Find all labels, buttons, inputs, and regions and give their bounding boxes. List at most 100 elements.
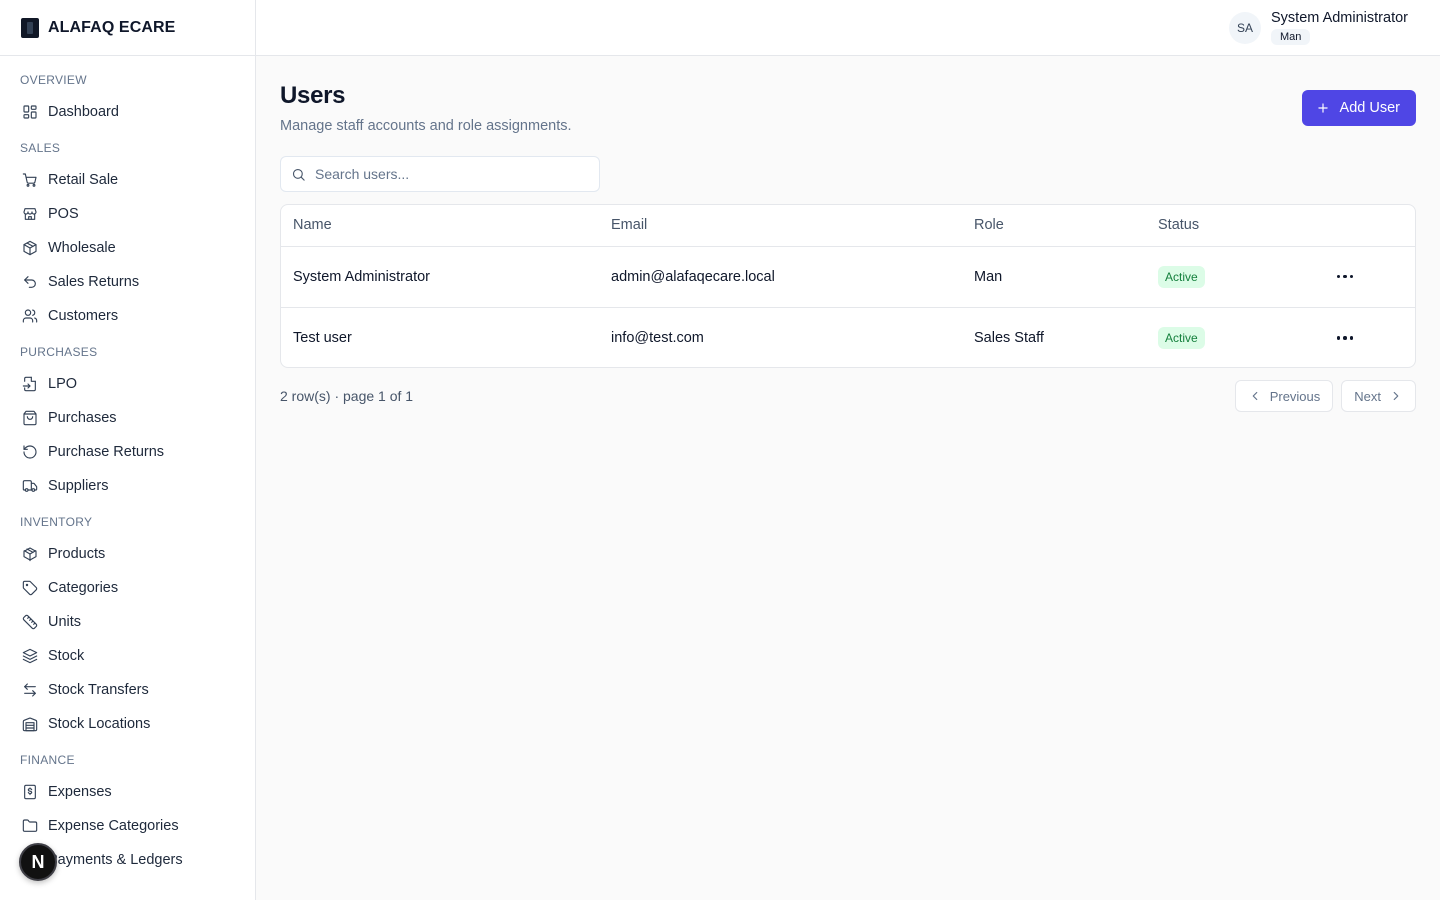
sidebar-item-label: Purchases xyxy=(48,410,117,426)
sidebar-item-label: Retail Sale xyxy=(48,172,119,188)
sidebar-item-label: Stock Locations xyxy=(48,716,151,732)
sidebar-item-products[interactable]: Products xyxy=(0,537,255,571)
nav-section-heading: INVENTORY xyxy=(20,515,93,529)
file-import-icon xyxy=(22,376,38,392)
package-icon xyxy=(22,546,38,562)
cell-actions xyxy=(1303,246,1415,308)
sidebar-item-label: Stock xyxy=(48,648,85,664)
sidebar-item-pos[interactable]: POS xyxy=(0,197,255,231)
column-header-name[interactable]: Name xyxy=(281,205,599,247)
sidebar-item-retail-sale[interactable]: Retail Sale xyxy=(0,163,255,197)
column-header-email[interactable]: Email xyxy=(599,205,962,247)
nav-section-inventory: INVENTORY Products Categories Units Stock Sto… xyxy=(0,513,255,741)
add-user-button[interactable]: Add User xyxy=(1301,90,1416,126)
sidebar-nav: OVERVIEW Dashboard SALES Retail Sale POS Whol… xyxy=(0,56,255,877)
sidebar-item-label: POS xyxy=(48,206,79,222)
package-open-icon xyxy=(22,240,38,256)
sidebar-item-label: Dashboard xyxy=(48,104,119,120)
cell-status: Active xyxy=(1146,307,1303,367)
page-title: Users xyxy=(280,82,346,109)
column-header-actions xyxy=(1303,205,1415,247)
nav-section-heading: PURCHASES xyxy=(20,345,98,359)
brand-logo-icon xyxy=(21,17,39,38)
truck-icon xyxy=(22,478,38,494)
users-icon xyxy=(22,308,38,324)
cell-role: Sales Staff xyxy=(974,329,1044,346)
next-page-button[interactable]: Next xyxy=(1341,380,1416,412)
sidebar-item-purchase-returns[interactable]: Purchase Returns xyxy=(0,435,255,469)
chevron-left-icon xyxy=(1252,391,1258,401)
shopping-bag-icon xyxy=(22,410,38,426)
user-menu[interactable]: SA System Administrator Man xyxy=(1229,10,1408,45)
cell-actions xyxy=(1303,307,1415,367)
search-input[interactable] xyxy=(315,166,595,182)
sidebar-item-units[interactable]: Units xyxy=(0,605,255,639)
sidebar-item-label: Categories xyxy=(48,580,119,596)
nav-section-overview: OVERVIEW Dashboard xyxy=(0,71,255,129)
table-row[interactable]: System Administrator admin@alafaqecare.lo… xyxy=(281,246,1415,308)
brand-name: ALAFAQ ECARE xyxy=(48,18,176,36)
sidebar: ALAFAQ ECARE OVERVIEW Dashboard SALES Retai… xyxy=(0,0,256,900)
undo-icon xyxy=(22,274,38,290)
column-header-role[interactable]: Role xyxy=(962,205,1146,247)
status-badge: Active xyxy=(1158,265,1205,288)
receipt-dollar-icon xyxy=(22,784,38,800)
sidebar-item-label: Stock Transfers xyxy=(48,682,149,698)
status-badge: Active xyxy=(1158,326,1205,349)
sidebar-item-label: Suppliers xyxy=(48,478,109,494)
sidebar-item-stock-locations[interactable]: Stock Locations xyxy=(0,707,255,741)
row-actions-more-icon[interactable] xyxy=(1329,322,1361,354)
column-header-status[interactable]: Status xyxy=(1146,205,1303,247)
store-icon xyxy=(22,206,38,222)
sidebar-item-wholesale[interactable]: Wholesale xyxy=(0,231,255,265)
main-content: Users Manage staff accounts and role ass… xyxy=(256,56,1440,900)
sidebar-item-label: Expense Categories xyxy=(48,818,179,834)
pagination-info: 2 row(s) · page 1 of 1 xyxy=(280,388,414,404)
cell-role: Man xyxy=(962,246,1146,308)
shopping-cart-icon xyxy=(22,172,38,188)
user-name: System Administrator xyxy=(1271,10,1408,26)
sidebar-item-label: Purchase Returns xyxy=(48,444,165,460)
sidebar-item-label: Expenses xyxy=(48,784,112,800)
arrow-left-right-icon xyxy=(22,682,38,698)
pagination: Previous Next xyxy=(1234,380,1416,412)
nav-section-purchases: PURCHASES LPO Purchases Purchase Returns Sup… xyxy=(0,343,255,503)
sidebar-item-categories[interactable]: Categories xyxy=(0,571,255,605)
table-header-row: Name Email Role Status xyxy=(281,205,1415,247)
nav-section-heading: SALES xyxy=(20,141,61,155)
dev-tools-badge[interactable]: N xyxy=(19,843,57,881)
sidebar-item-expenses[interactable]: Expenses xyxy=(0,775,255,809)
rotate-ccw-icon xyxy=(22,444,38,460)
page-subtitle: Manage staff accounts and role assignmen… xyxy=(280,118,572,134)
sidebar-item-suppliers[interactable]: Suppliers xyxy=(0,469,255,503)
search-icon xyxy=(292,168,305,181)
row-actions-more-icon[interactable] xyxy=(1329,261,1361,293)
previous-page-button[interactable]: Previous xyxy=(1234,380,1334,412)
cell-name: Test user xyxy=(293,329,352,346)
avatar: SA xyxy=(1229,11,1261,44)
table-row[interactable]: Test user info@test.com Sales Staff Active xyxy=(281,307,1415,367)
sidebar-item-purchases[interactable]: Purchases xyxy=(0,401,255,435)
sidebar-item-customers[interactable]: Customers xyxy=(0,299,255,333)
sidebar-item-dashboard[interactable]: Dashboard xyxy=(0,95,255,129)
tag-icon xyxy=(22,580,38,596)
sidebar-item-sales-returns[interactable]: Sales Returns xyxy=(0,265,255,299)
sidebar-item-label: Sales Returns xyxy=(48,274,140,290)
nav-section-heading: FINANCE xyxy=(20,753,75,767)
cell-name: System Administrator xyxy=(281,246,599,308)
cell-status: Active xyxy=(1146,246,1303,308)
sidebar-item-label: Wholesale xyxy=(48,240,116,256)
next-label: Next xyxy=(1354,388,1381,404)
layout-dashboard-icon xyxy=(22,104,38,120)
cell-email: admin@alafaqecare.local xyxy=(599,246,962,308)
previous-label: Previous xyxy=(1269,388,1321,404)
brand[interactable]: ALAFAQ ECARE xyxy=(0,0,255,56)
sidebar-item-lpo[interactable]: LPO xyxy=(0,367,255,401)
sidebar-item-label: Customers xyxy=(48,308,119,324)
topbar: SA System Administrator Man xyxy=(256,0,1440,56)
sidebar-item-expense-categories[interactable]: Expense Categories xyxy=(0,809,255,843)
sidebar-item-stock-transfers[interactable]: Stock Transfers xyxy=(0,673,255,707)
user-role-badge: Man xyxy=(1271,29,1311,45)
warehouse-icon xyxy=(22,716,38,732)
sidebar-item-stock[interactable]: Stock xyxy=(0,639,255,673)
